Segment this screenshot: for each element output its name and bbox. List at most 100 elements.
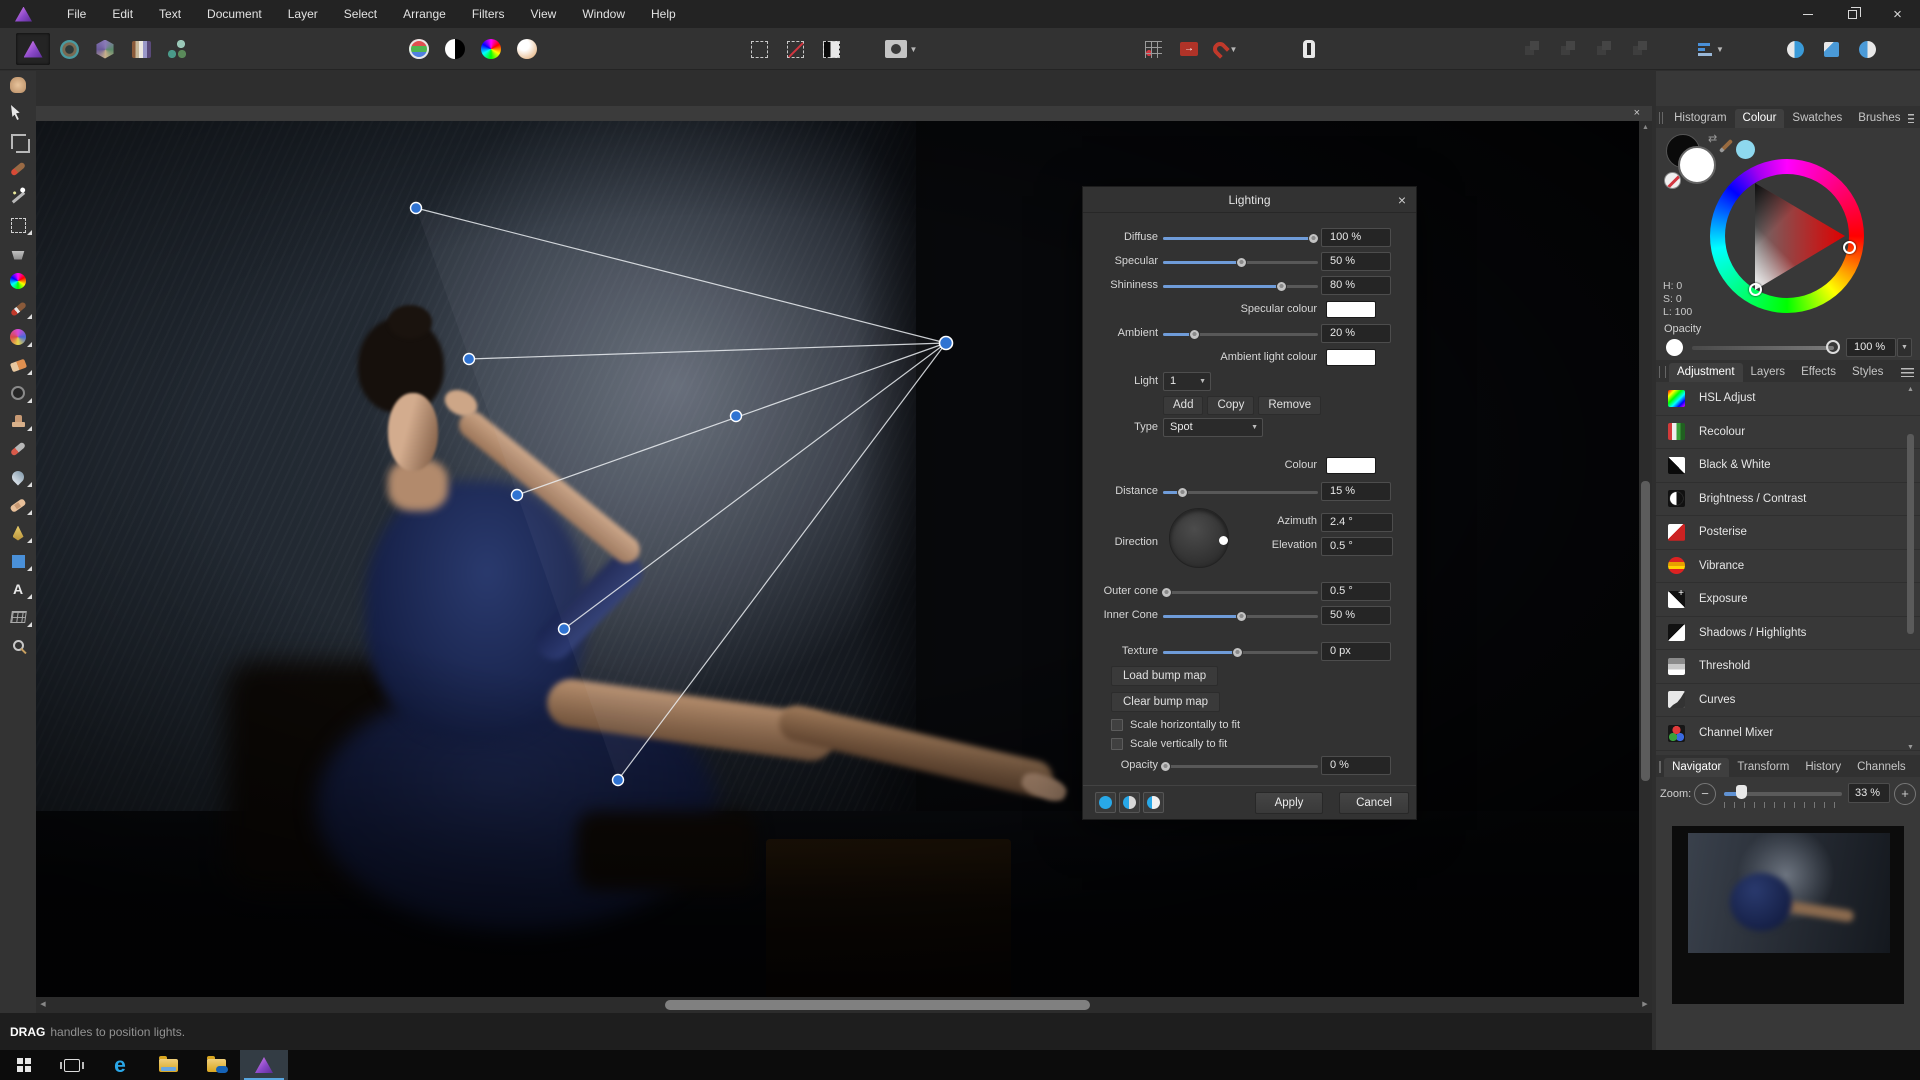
adjustment-scroll-up-icon[interactable]: ▲ [1906, 386, 1915, 393]
cancel-button[interactable]: Cancel [1339, 792, 1409, 814]
mesh-warp-tool[interactable] [0, 603, 36, 631]
horizontal-scroll-thumb[interactable] [665, 1000, 1090, 1010]
light-handle[interactable] [462, 352, 476, 366]
slider-handle[interactable] [1159, 761, 1171, 772]
view-toggle-1-button[interactable] [1778, 33, 1812, 65]
hue-selector[interactable] [1843, 241, 1856, 254]
apply-button[interactable]: Apply [1255, 792, 1323, 814]
colour-picker-icon[interactable] [1718, 138, 1734, 154]
flood-select-tool[interactable] [0, 183, 36, 211]
slider-handle[interactable] [1275, 281, 1287, 292]
slider-value[interactable]: 80 % [1321, 276, 1391, 295]
menu-item-view[interactable]: View [518, 0, 570, 28]
menu-item-document[interactable]: Document [194, 0, 275, 28]
rectangle-tool[interactable] [0, 547, 36, 575]
auto-colours-button[interactable] [474, 33, 508, 65]
slider-value[interactable]: 50 % [1321, 606, 1391, 625]
invert-selection-button[interactable] [814, 33, 848, 65]
adjustment-item-channel-mixer[interactable]: Channel Mixer [1656, 717, 1920, 751]
light-handle[interactable] [611, 773, 625, 787]
menu-item-layer[interactable]: Layer [275, 0, 331, 28]
restore-button[interactable] [1830, 0, 1875, 28]
type-dropdown[interactable]: Spot ▼ [1163, 418, 1263, 437]
colour-replacement-brush-tool[interactable] [0, 323, 36, 351]
adjustment-item-shadows-highlights[interactable]: Shadows / Highlights [1656, 617, 1920, 650]
scroll-left-icon[interactable]: ◀ [36, 997, 50, 1013]
adjustment-item-curves[interactable]: Curves [1656, 684, 1920, 717]
slider-value[interactable]: 0.5 ° [1321, 582, 1391, 601]
preview-split-icon[interactable] [1119, 792, 1140, 813]
assistant-button[interactable] [1292, 33, 1326, 65]
opacity-dropdown-icon[interactable]: ▼ [1897, 338, 1912, 357]
dialog-close-button[interactable]: × [1398, 187, 1406, 213]
elevation-value[interactable]: 0.5 ° [1321, 537, 1393, 556]
light-handle[interactable] [510, 488, 524, 502]
paint-brush-tool[interactable] [0, 295, 36, 323]
saturation-selector[interactable] [1749, 283, 1762, 296]
slider-value[interactable]: 15 % [1321, 482, 1391, 501]
preview-single-icon[interactable] [1095, 792, 1116, 813]
dodge-brush-tool[interactable] [0, 379, 36, 407]
slider-value[interactable]: 20 % [1321, 324, 1391, 343]
colour-swatch[interactable] [1326, 301, 1376, 318]
menu-item-file[interactable]: File [54, 0, 99, 28]
slider-handle[interactable] [1308, 233, 1320, 244]
colour-tab-histogram[interactable]: Histogram [1666, 109, 1734, 128]
zoom-slider-handle[interactable] [1736, 785, 1747, 799]
deselect-button[interactable] [778, 33, 812, 65]
navigator-thumbnail[interactable] [1672, 826, 1904, 1004]
dropdown-caret-icon[interactable]: ▼ [1716, 45, 1724, 54]
adjustment-item-recolour[interactable]: Recolour [1656, 416, 1920, 449]
move-tool[interactable] [0, 99, 36, 127]
auto-levels-button[interactable] [402, 33, 436, 65]
slider-handle[interactable] [1176, 487, 1188, 498]
select-all-button[interactable] [742, 33, 776, 65]
scroll-up-icon[interactable]: ▲ [1639, 121, 1652, 134]
zoom-value[interactable]: 33 % [1848, 783, 1890, 803]
view-toggle-3-button[interactable] [1850, 33, 1884, 65]
nav-tab-transform[interactable]: Transform [1729, 758, 1797, 777]
adjust-tab-adjustment[interactable]: Adjustment [1669, 363, 1743, 382]
healing-brush-tool[interactable] [0, 491, 36, 519]
colour-tab-colour[interactable]: Colour [1734, 109, 1785, 128]
panel-grip-icon[interactable] [1659, 761, 1662, 773]
start-button[interactable] [0, 1050, 48, 1080]
colour-tab-swatches[interactable]: Swatches [1784, 109, 1850, 128]
adjustment-scroll-thumb[interactable] [1907, 434, 1914, 634]
tone-mapping-persona[interactable] [124, 33, 158, 65]
no-colour-swatch[interactable] [1664, 172, 1681, 189]
mask-layer-button[interactable]: ▼ [884, 33, 918, 65]
menu-item-text[interactable]: Text [146, 0, 194, 28]
adjustment-item-hsl-adjust[interactable]: HSL Adjust [1656, 382, 1920, 416]
slider-value[interactable]: 50 % [1321, 252, 1391, 271]
opacity-value[interactable]: 100 % [1846, 338, 1896, 357]
zoom-in-button[interactable]: + [1894, 783, 1916, 805]
file-explorer[interactable] [144, 1050, 192, 1080]
document-close-button[interactable]: × [1634, 106, 1640, 121]
move-by-whole-pixels-button[interactable] [1172, 33, 1206, 65]
swap-colours-icon[interactable]: ⇄ [1708, 132, 1717, 145]
light-position-handle[interactable] [938, 335, 954, 351]
slider-track[interactable] [1163, 765, 1318, 768]
opacity-slider-handle[interactable] [1826, 340, 1840, 354]
colour-swatch[interactable] [1326, 349, 1376, 366]
erase-brush-tool[interactable] [0, 351, 36, 379]
view-tool[interactable] [0, 71, 36, 99]
flood-fill-tool[interactable] [0, 239, 36, 267]
view-toggle-2-button[interactable] [1814, 33, 1848, 65]
clear-bump-map-button[interactable]: Clear bump map [1111, 692, 1221, 712]
vertical-scroll-thumb[interactable] [1641, 481, 1650, 781]
pen-tool[interactable] [0, 519, 36, 547]
light-handle[interactable] [557, 622, 571, 636]
blur-tool[interactable] [0, 463, 36, 491]
clone-stamp-tool[interactable] [0, 407, 36, 435]
menu-item-arrange[interactable]: Arrange [390, 0, 459, 28]
adjustment-item-brightness-contrast[interactable]: Brightness / Contrast [1656, 483, 1920, 516]
adjustment-item-threshold[interactable]: Threshold [1656, 650, 1920, 684]
menu-item-select[interactable]: Select [331, 0, 390, 28]
panel-menu-icon[interactable] [1901, 368, 1914, 377]
colour-tab-brushes[interactable]: Brushes [1850, 109, 1908, 128]
slider-handle[interactable] [1161, 587, 1173, 598]
light-dropdown[interactable]: 1 ▼ [1163, 372, 1211, 391]
undo-brush-tool[interactable] [0, 435, 36, 463]
